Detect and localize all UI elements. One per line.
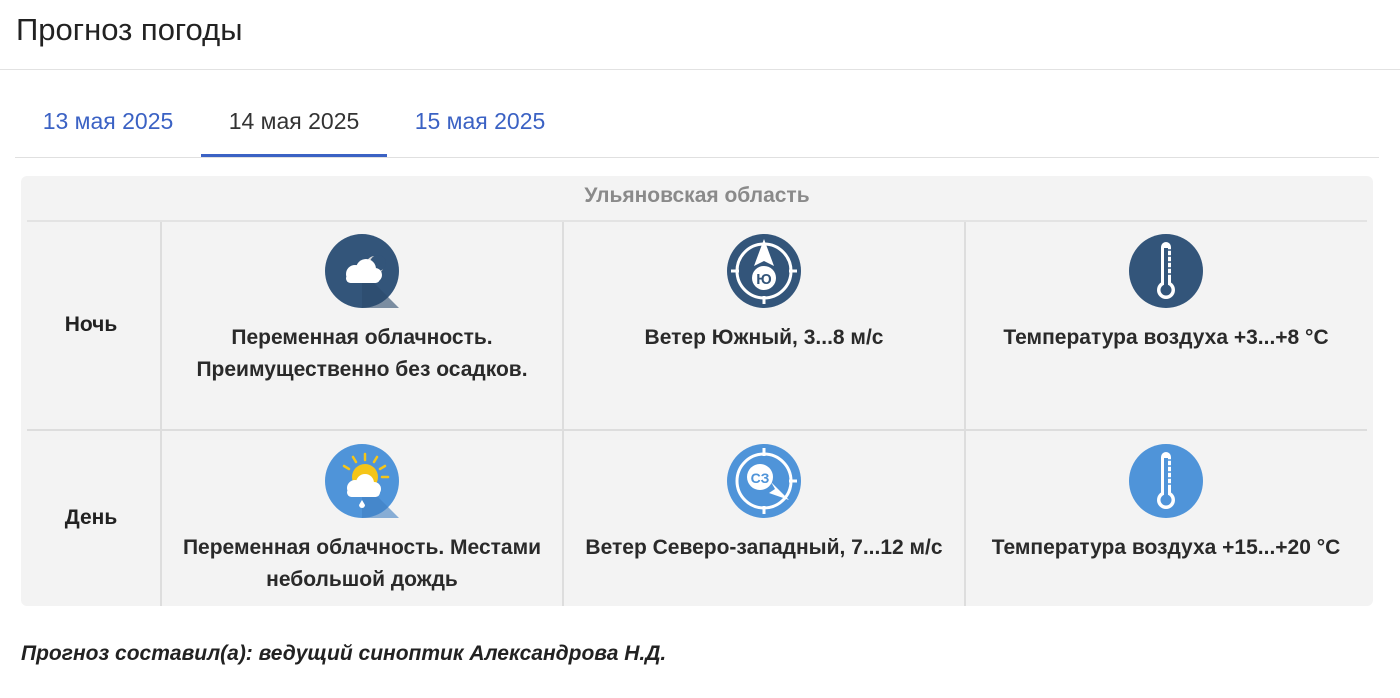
night-sky-text: Переменная облачность. Преимущественно б… xyxy=(196,326,528,381)
thermometer-icon xyxy=(1129,444,1203,518)
day-wind-text: Ветер Северо-западный, 7...12 м/с xyxy=(585,536,943,559)
tab-15-may[interactable]: 15 мая 2025 xyxy=(387,92,573,154)
wind-letter: СЗ xyxy=(751,470,770,486)
wind-direction-northwest-icon: СЗ xyxy=(727,444,801,518)
forecast-panel: Ульяновская область Ночь Переменная обла… xyxy=(21,176,1373,606)
day-temp-cell: Температура воздуха +15...+20 °С xyxy=(966,444,1366,564)
date-tabs: 13 мая 2025 14 мая 2025 15 мая 2025 xyxy=(15,92,1379,158)
night-cloudy-icon xyxy=(325,234,399,308)
day-wind-cell: СЗ Ветер Северо-западный, 7...12 м/с xyxy=(564,444,964,564)
region-title: Ульяновская область xyxy=(584,184,810,207)
tab-14-may[interactable]: 14 мая 2025 xyxy=(201,92,387,157)
day-cloudy-rain-icon xyxy=(325,444,399,518)
row-divider xyxy=(27,429,1367,431)
row-label-day: День xyxy=(64,506,118,529)
night-temp-text: Температура воздуха +3...+8 °С xyxy=(1003,326,1329,349)
row-label-night: Ночь xyxy=(64,313,118,336)
day-sky-cell: Переменная облачность. Местами небольшой… xyxy=(162,444,562,596)
wind-direction-south-icon: Ю xyxy=(727,234,801,308)
region-divider xyxy=(27,220,1367,222)
thermometer-icon xyxy=(1129,234,1203,308)
night-sky-cell: Переменная облачность. Преимущественно б… xyxy=(162,234,562,386)
night-wind-cell: Ю Ветер Южный, 3...8 м/с xyxy=(564,234,964,354)
night-wind-text: Ветер Южный, 3...8 м/с xyxy=(644,326,884,349)
day-temp-text: Температура воздуха +15...+20 °С xyxy=(991,536,1341,559)
night-temp-cell: Температура воздуха +3...+8 °С xyxy=(966,234,1366,354)
title-divider xyxy=(0,69,1400,70)
tab-13-may[interactable]: 13 мая 2025 xyxy=(15,92,201,154)
day-sky-text: Переменная облачность. Местами небольшой… xyxy=(182,536,542,591)
wind-letter: Ю xyxy=(756,271,771,288)
page-title: Прогноз погоды xyxy=(16,12,243,47)
forecast-author: Прогноз составил(а): ведущий синоптик Ал… xyxy=(21,642,667,665)
